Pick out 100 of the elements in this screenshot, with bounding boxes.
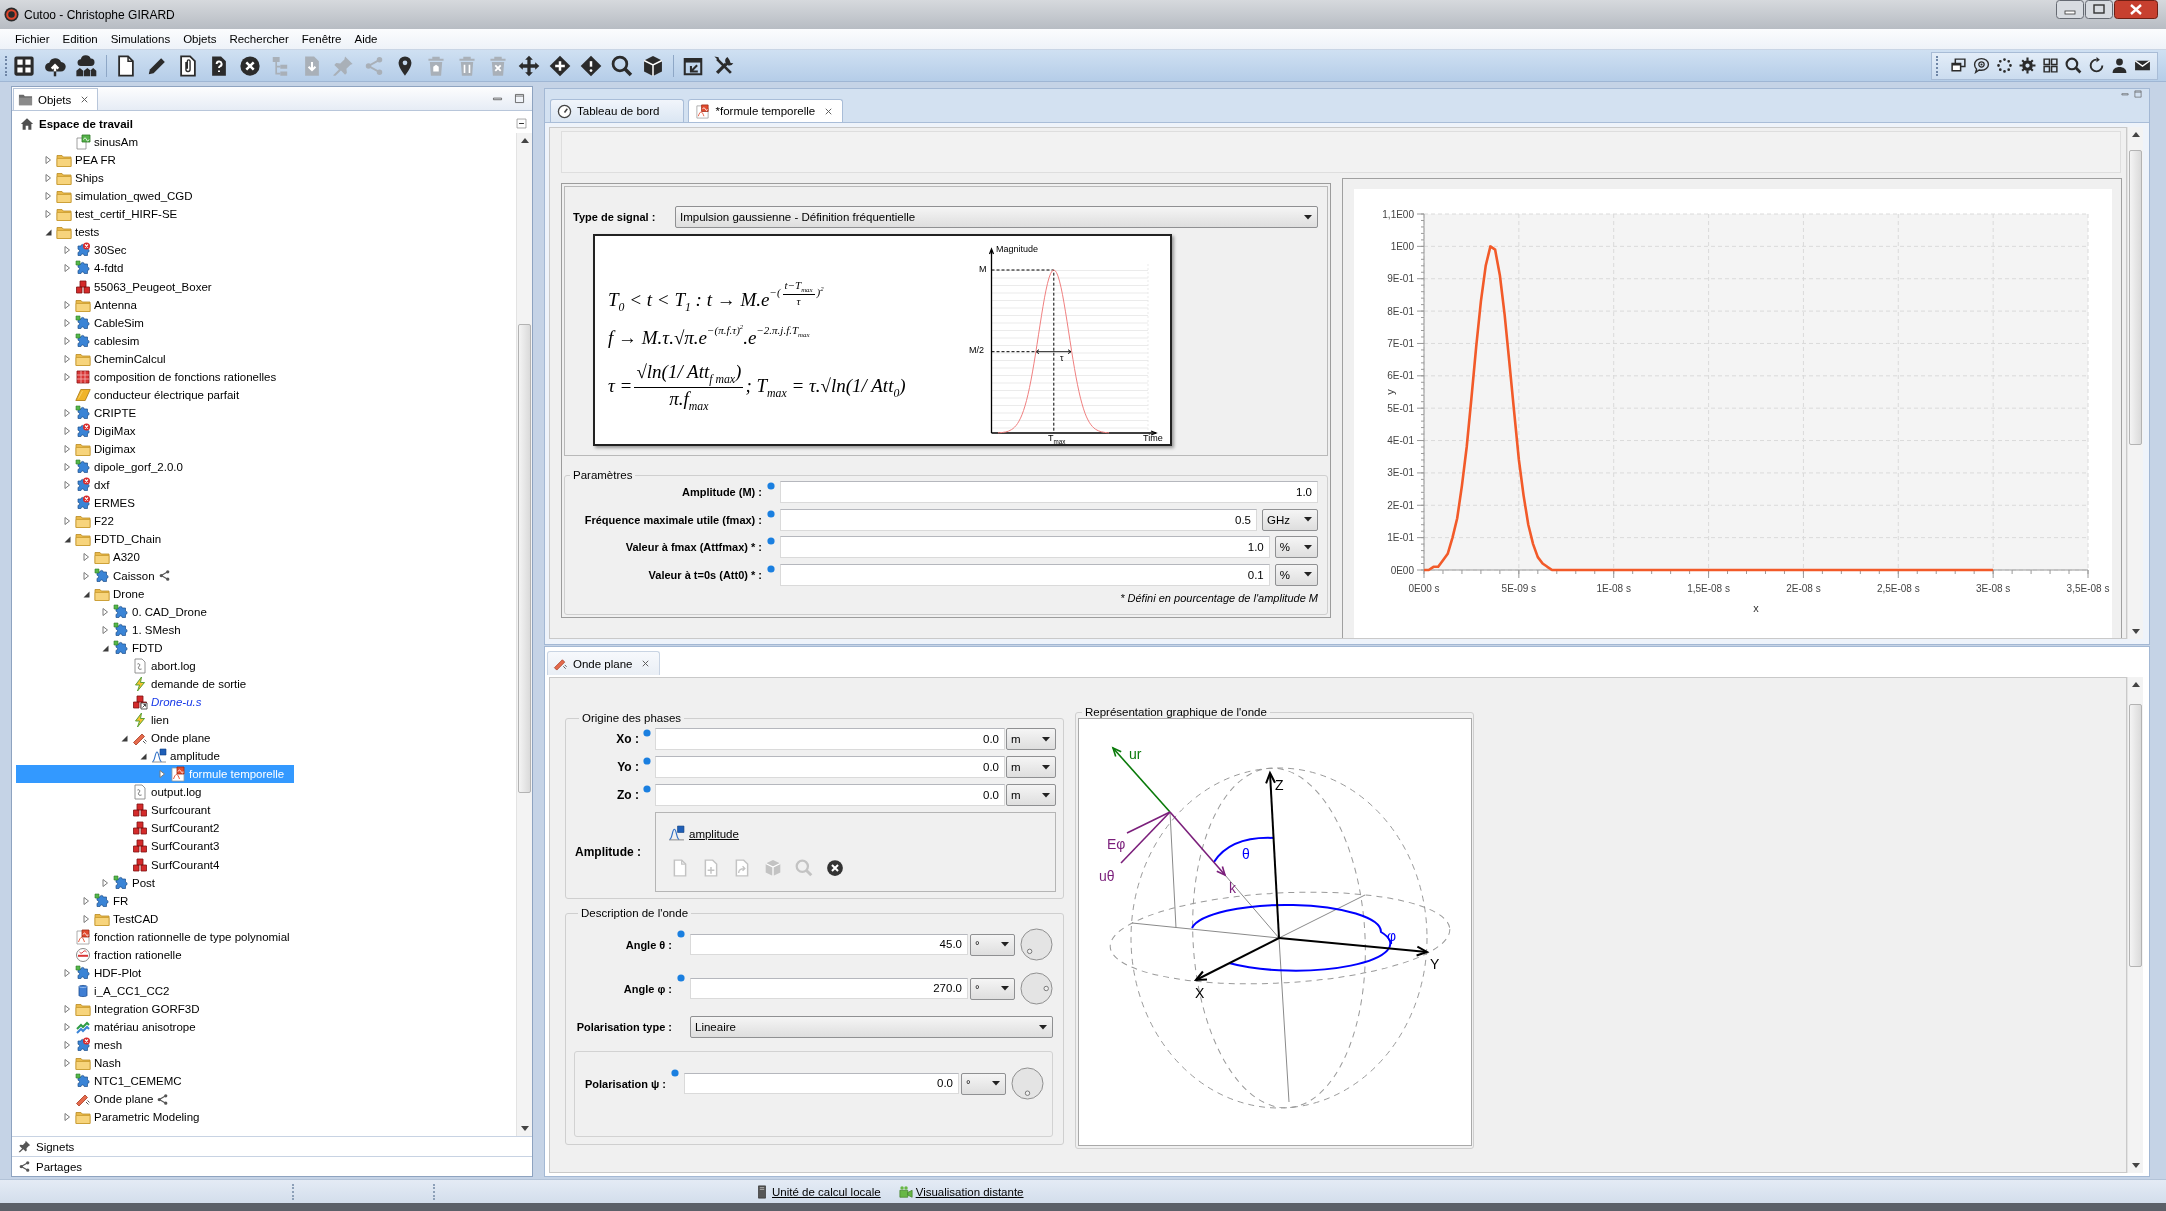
expand-arrow-icon[interactable] <box>62 1022 72 1033</box>
grid-icon[interactable] <box>13 54 35 77</box>
menu-item[interactable]: Simulations <box>110 33 171 45</box>
tree-item[interactable]: tests <box>16 223 110 242</box>
tree-item[interactable]: composition de fonctions rationelles <box>16 367 287 386</box>
warning-diamond-icon[interactable] <box>580 54 602 77</box>
tree-item[interactable]: 1. SMesh <box>16 620 191 639</box>
expand-arrow-icon[interactable] <box>62 444 72 455</box>
dotted-ring-icon[interactable] <box>1996 57 2013 74</box>
expand-arrow-icon[interactable] <box>62 1004 72 1015</box>
tree-item[interactable]: F22 <box>16 512 124 531</box>
document-icon[interactable] <box>115 54 137 77</box>
number-field[interactable]: 1.0 <box>780 536 1270 558</box>
tree-item[interactable]: 4-fdtd <box>16 259 134 278</box>
expand-arrow-icon[interactable] <box>62 371 72 382</box>
dropdown[interactable]: m <box>1006 784 1056 806</box>
maximize-icon[interactable] <box>513 92 526 105</box>
expand-arrow-icon[interactable] <box>43 155 53 166</box>
expand-arrow-icon[interactable] <box>100 877 110 888</box>
search-icon[interactable] <box>2065 57 2082 74</box>
number-field[interactable]: 0.0 <box>655 728 1005 750</box>
tree-item[interactable]: Digimax <box>16 440 146 459</box>
tree-item[interactable]: SurfCourant4 <box>16 855 230 874</box>
number-field[interactable]: 1.0 <box>780 481 1318 503</box>
tree-item[interactable]: Ships <box>16 169 114 188</box>
speech-bubble-icon[interactable] <box>1973 57 1990 74</box>
expand-arrow-icon[interactable] <box>62 1112 72 1123</box>
maximize-icon[interactable] <box>2133 89 2143 99</box>
close-icon[interactable] <box>2114 0 2158 19</box>
collapse-arrow-icon[interactable] <box>119 733 129 744</box>
tree-item[interactable]: SurfCourant2 <box>16 819 230 838</box>
expand-arrow-icon[interactable] <box>43 209 53 220</box>
vertical-scrollbar[interactable] <box>2127 127 2143 639</box>
expand-arrow-icon[interactable] <box>62 967 72 978</box>
scrollbar-thumb[interactable] <box>2129 704 2142 967</box>
tree-item[interactable]: CheminCalcul <box>16 349 176 368</box>
view-bar[interactable]: Partages <box>12 1156 532 1176</box>
settings-icon[interactable] <box>2019 57 2036 74</box>
number-field[interactable]: 45.0 <box>690 934 968 955</box>
user-icon[interactable] <box>2111 57 2128 74</box>
expand-arrow-icon[interactable] <box>100 606 110 617</box>
tree-item[interactable]: Antenna <box>16 295 147 314</box>
number-field[interactable]: 270.0 <box>690 978 968 999</box>
tree-item[interactable]: FDTD_Chain <box>16 530 172 549</box>
expand-arrow-icon[interactable] <box>157 769 167 780</box>
expand-arrow-icon[interactable] <box>81 913 91 924</box>
menu-item[interactable]: Edition <box>62 33 98 45</box>
tree-item[interactable]: conducteur électrique parfait <box>16 385 250 404</box>
tree-item[interactable]: CRIPTE <box>16 403 147 422</box>
tree-item[interactable]: fonction rationnelle de type polynomial <box>16 927 300 946</box>
tree-item[interactable]: Parametric Modeling <box>16 1108 210 1127</box>
vertical-scrollbar[interactable] <box>2127 677 2143 1173</box>
tree-item[interactable]: demande de sortie <box>16 674 257 693</box>
tree-item[interactable]: Onde plane <box>16 729 221 748</box>
expand-arrow-icon[interactable] <box>62 353 72 364</box>
windows-icon[interactable] <box>1950 57 1967 74</box>
editor-tab[interactable]: *formule temporelle <box>688 99 844 122</box>
tree-item[interactable]: dipole_gorf_2.0.0 <box>16 458 193 477</box>
dropdown[interactable]: Impulsion gaussienne - Définition fréquentielle <box>675 206 1318 228</box>
view-bar[interactable]: Signets <box>12 1136 532 1156</box>
tree-item[interactable]: Onde plane <box>16 1090 180 1109</box>
vertical-scrollbar[interactable] <box>516 133 532 1136</box>
maximize-icon[interactable] <box>2085 0 2113 19</box>
expand-arrow-icon[interactable] <box>100 624 110 635</box>
tree-item[interactable]: Integration GORF3D <box>16 1000 210 1019</box>
tree-item[interactable]: output.log <box>16 783 212 802</box>
expand-arrow-icon[interactable] <box>43 173 53 184</box>
status-link[interactable]: Unité de calcul locale <box>755 1184 881 1199</box>
number-field[interactable]: 0.5 <box>780 508 1257 531</box>
expand-arrow-icon[interactable] <box>62 335 72 346</box>
dropdown[interactable]: m <box>1006 756 1056 778</box>
menu-item[interactable]: Objets <box>183 33 217 45</box>
cloud-houses-icon[interactable] <box>75 54 97 77</box>
menu-item[interactable]: Rechercher <box>229 33 289 45</box>
dropdown[interactable]: ° <box>970 977 1015 1000</box>
scrollbar-thumb[interactable] <box>518 324 531 793</box>
expand-arrow-icon[interactable] <box>62 426 72 437</box>
cube-icon[interactable] <box>642 54 664 77</box>
tree-item[interactable]: lien <box>16 711 179 730</box>
tree-item[interactable]: TestCAD <box>16 909 169 928</box>
status-link[interactable]: Visualisation distante <box>898 1184 1024 1199</box>
tree-item[interactable]: mesh <box>16 1036 133 1055</box>
expand-arrow-icon[interactable] <box>81 552 91 563</box>
tree-item[interactable]: fraction rationelle <box>16 945 192 964</box>
expand-arrow-icon[interactable] <box>62 299 72 310</box>
editor-tab[interactable]: Tableau de bord <box>550 99 685 122</box>
tree-item[interactable]: Drone-u.s <box>16 692 212 711</box>
scroll-up-icon[interactable] <box>520 138 529 143</box>
tree-item[interactable]: FR <box>16 891 139 910</box>
menu-item[interactable]: Fenêtre <box>301 33 342 45</box>
tree-item[interactable]: Surfcourant <box>16 801 221 820</box>
tree-item[interactable]: PEA FR <box>16 151 126 170</box>
tree-item[interactable]: amplitude <box>16 747 230 766</box>
dropdown[interactable]: % <box>1274 563 1318 586</box>
scroll-down-icon[interactable] <box>2131 629 2140 634</box>
expand-arrow-icon[interactable] <box>62 245 72 256</box>
tools-icon[interactable] <box>713 54 735 77</box>
scroll-down-icon[interactable] <box>2131 1163 2140 1168</box>
dropdown[interactable]: ° <box>970 933 1015 956</box>
expand-arrow-icon[interactable] <box>43 191 53 202</box>
